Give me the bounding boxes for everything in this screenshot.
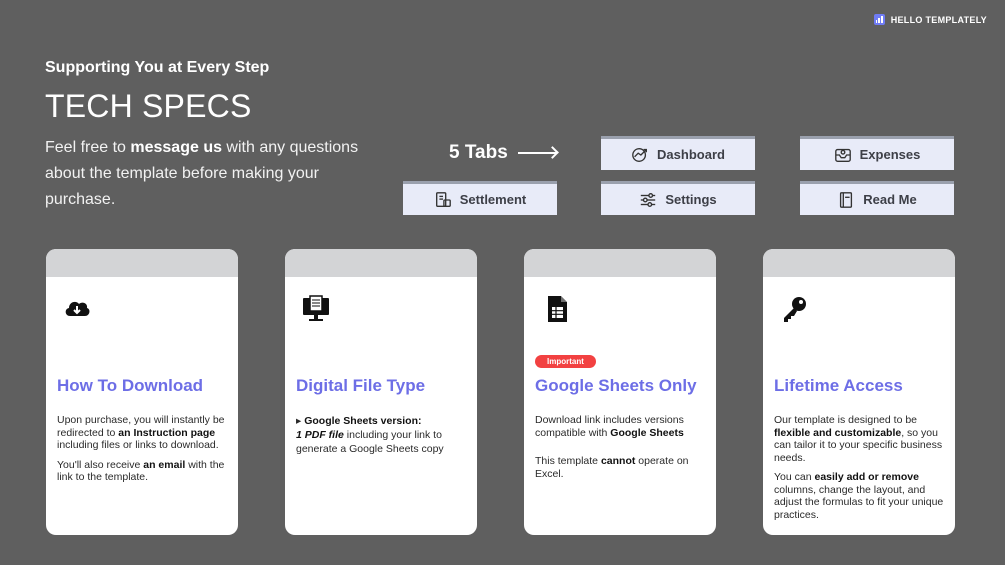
expenses-tray-icon [834, 148, 851, 162]
card-text: You'll also receive [57, 458, 144, 471]
important-badge: Important [535, 355, 596, 368]
settlement-doc-icon [435, 191, 451, 207]
card-digital-file-type: Digital File Type ▸ Google Sheets versio… [285, 249, 477, 535]
monitor-document-icon [303, 295, 329, 321]
tab-label: Read Me [863, 192, 917, 207]
card-text-bold: Google Sheets [610, 426, 684, 439]
card-body: Upon purchase, you will instantly be red… [57, 414, 229, 491]
settings-sliders-icon [641, 192, 656, 207]
tabs-count-label: 5 Tabs [449, 142, 556, 164]
intro-text-part: Feel free to [45, 139, 131, 156]
card-paragraph: You'll also receive an email with the li… [57, 459, 229, 484]
brand-logo-icon [873, 14, 885, 25]
card-how-to-download: How To Download Upon purchase, you will … [46, 249, 238, 535]
tab-read-me[interactable]: Read Me [800, 181, 954, 215]
card-text: Our template is designed to be [774, 414, 918, 426]
page-subtitle: Supporting You at Every Step [45, 59, 270, 76]
page-title: TECH SPECS [45, 88, 252, 124]
card-header-bar [285, 249, 477, 277]
card-header-bar [46, 249, 238, 277]
card-text-bold: 1 PDF file [296, 429, 344, 441]
card-paragraph: 1 PDF file including your link to genera… [296, 428, 468, 456]
tab-label: Settings [665, 192, 717, 207]
card-text-bold: an Instruction page [118, 426, 216, 439]
card-text-bold: easily add or remove [814, 471, 919, 483]
card-paragraph: This template cannot operate on Excel. [535, 455, 707, 480]
card-title: How To Download [57, 376, 204, 395]
card-body: Our template is designed to be flexible … [774, 414, 946, 528]
card-text: including files or links to download. [57, 439, 219, 451]
tab-settlement[interactable]: Settlement [403, 181, 557, 215]
card-paragraph: You can easily add or remove columns, ch… [774, 471, 946, 521]
card-title: Lifetime Access [774, 376, 903, 395]
card-header-bar [763, 249, 955, 277]
brand[interactable]: HELLO TEMPLATELY [873, 14, 987, 25]
tab-dashboard[interactable]: Dashboard [601, 136, 755, 170]
card-paragraph: Download link includes versions compatib… [535, 414, 707, 439]
arrow-right-icon [517, 152, 556, 154]
card-text-bold: an email [143, 458, 186, 471]
intro-text-bold: message us [130, 139, 222, 156]
tab-label: Settlement [459, 192, 527, 207]
card-text-bold: Google Sheets version: [304, 415, 422, 427]
card-paragraph: Our template is designed to be flexible … [774, 414, 946, 464]
card-text-bold: flexible and customizable [774, 426, 902, 439]
card-text: This template [535, 455, 601, 467]
card-paragraph: ▸ Google Sheets version: [296, 414, 468, 428]
tab-label: Expenses [859, 147, 921, 162]
card-header-bar [524, 249, 716, 277]
tabs-count-text: 5 Tabs [449, 142, 508, 163]
tab-expenses[interactable]: Expenses [800, 136, 954, 170]
bullet-arrow-icon: ▸ [296, 415, 305, 427]
card-google-sheets-only: Important Google Sheets Only Download li… [524, 249, 716, 535]
card-text: columns, change the layout, and adjust t… [774, 483, 944, 521]
intro-text: Feel free to message us with any questio… [45, 135, 390, 213]
card-text-bold: cannot [600, 455, 636, 467]
card-text: You can [774, 471, 815, 483]
card-paragraph: Upon purchase, you will instantly be red… [57, 414, 229, 452]
key-icon [784, 297, 806, 322]
read-me-book-icon [840, 191, 853, 208]
card-title: Digital File Type [296, 376, 426, 395]
brand-name: HELLO TEMPLATELY [890, 14, 987, 25]
card-lifetime-access: Lifetime Access Our template is designed… [763, 249, 955, 535]
card-body: Download link includes versions compatib… [535, 414, 707, 487]
card-body: ▸ Google Sheets version: 1 PDF file incl… [296, 414, 468, 463]
spreadsheet-file-icon [548, 296, 567, 322]
cloud-download-icon [65, 301, 90, 316]
card-title: Google Sheets Only [535, 376, 697, 395]
tab-label: Dashboard [657, 147, 725, 162]
dashboard-chart-icon [632, 147, 648, 162]
tab-settings[interactable]: Settings [601, 181, 755, 215]
